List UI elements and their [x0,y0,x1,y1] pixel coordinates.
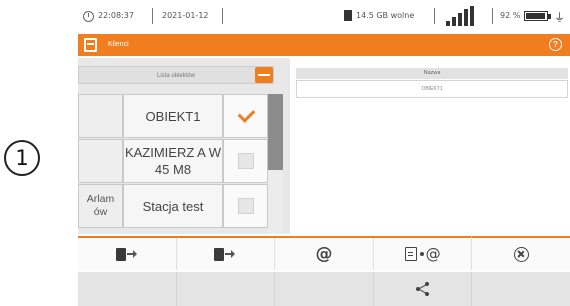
list-item-prefix: Arlam ów [78,184,123,228]
signal-strength-icon [446,6,476,26]
status-divider [152,8,153,24]
collapse-list-button[interactable] [255,67,273,83]
bottom-slot [275,272,374,306]
status-time: 22:08:37 [98,11,134,20]
battery-icon [524,11,551,21]
list-scrollbar[interactable] [268,94,283,234]
share-icon [415,282,430,296]
share-button[interactable] [374,272,473,306]
action-toolbar: @ @ [78,236,570,270]
name-column-header: Nazwa [296,68,568,79]
list-item[interactable]: KAZIMIERZ A W 45 M8 [78,139,268,183]
list-item-prefix [78,139,123,183]
list-item[interactable]: OBIEKT1 [78,94,268,138]
device-screen: 22:08:37 2021-01-12 14.5 GB wolne 92 % ⏚… [78,0,570,306]
status-divider [222,8,223,24]
bottom-slot [177,272,276,306]
send-report-email-button[interactable]: @ [373,236,473,270]
unchecked-box [237,198,254,214]
charging-plug-icon: ⏚ [554,11,565,24]
bottom-slot [472,272,570,306]
export-button[interactable] [78,238,177,270]
email-button[interactable]: @ [275,238,374,270]
list-item-name[interactable]: OBIEKT1 [123,94,223,138]
close-circle-icon [513,246,529,262]
list-item-checkbox[interactable] [223,184,268,228]
list-item-prefix [78,94,123,138]
status-bar: 22:08:37 2021-01-12 14.5 GB wolne 92 % ⏚ [78,0,570,32]
step-number-badge: 1 [4,140,40,176]
sd-card-icon [344,10,352,21]
clients-icon [84,38,97,52]
bottom-slot [78,272,177,306]
name-field[interactable]: OBIEKT1 [296,80,568,98]
export-second-button[interactable] [177,238,276,270]
checkmark-icon [237,108,255,124]
list-item[interactable]: Arlam ów Stacja test [78,184,268,228]
storage-free: 14.5 GB wolne [356,11,415,20]
close-button[interactable] [472,238,570,270]
details-panel: Nazwa OBIEKT1 [296,68,570,234]
title-bar: Klienci ? [78,34,570,56]
list-item-checkbox[interactable] [223,94,268,138]
file-export-icon [115,246,138,262]
status-date: 2021-01-12 [162,11,209,20]
list-item-name[interactable]: KAZIMIERZ A W 45 M8 [123,139,223,183]
unchecked-box [237,153,254,169]
bottom-bar [78,272,570,306]
list-item-name[interactable]: Stacja test [123,184,223,228]
object-list-panel: Lista obiektów OBIEKT1 KAZIMIERZ A W 45 … [78,58,290,234]
object-list-header: Lista obiektów [78,66,274,84]
screen-title: Klienci [108,41,129,48]
help-icon[interactable]: ? [549,38,562,51]
document-email-icon: @ [404,245,441,263]
email-icon: @ [315,244,333,264]
battery-percent: 92 % [500,11,521,20]
status-divider [492,8,493,24]
file-export-icon [214,246,236,262]
clock-icon [83,11,94,22]
status-divider [434,8,435,24]
scrollbar-thumb[interactable] [268,94,283,170]
list-item-checkbox[interactable] [223,139,268,183]
